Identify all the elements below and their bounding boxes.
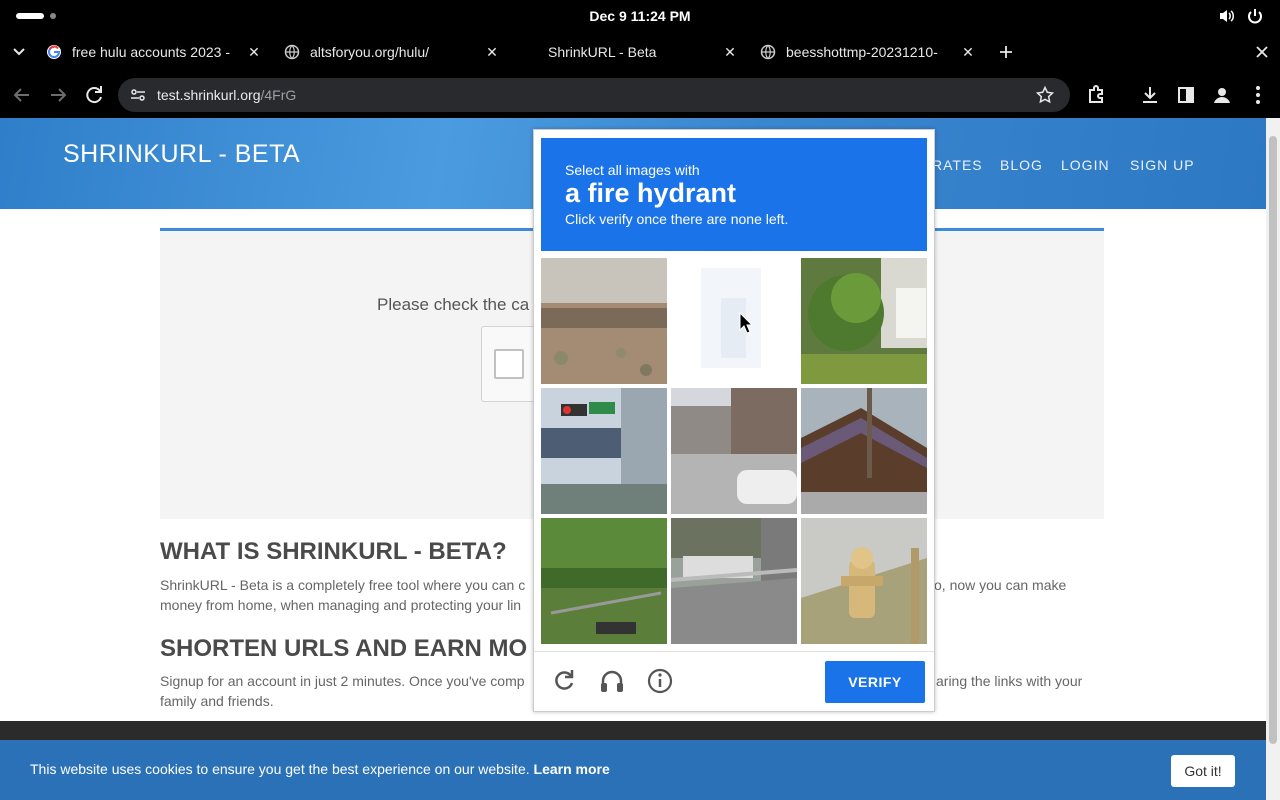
tab-title: free hulu accounts 2023 - [72, 44, 230, 60]
site-settings-icon[interactable] [130, 87, 146, 103]
menu-kebab-icon[interactable] [1246, 83, 1270, 107]
extensions-icon[interactable] [1085, 83, 1109, 107]
reload-challenge-icon[interactable] [550, 667, 578, 695]
tab-title: beesshottmp-20231210- [786, 44, 938, 60]
browser-toolbar: test.shrinkurl.org/4FrG [0, 72, 1280, 118]
os-top-bar: Dec 9 11:24 PM [0, 0, 1280, 32]
nav-blog[interactable]: BLOG [1000, 157, 1043, 173]
nav-rates[interactable]: RATES [932, 157, 983, 173]
close-window-icon[interactable] [1254, 44, 1270, 60]
cookie-banner: This website uses cookies to ensure you … [0, 740, 1266, 800]
shorten-heading: SHORTEN URLS AND EARN MO [160, 635, 528, 662]
tab-search-chevron-icon[interactable] [12, 46, 26, 58]
new-tab-icon[interactable] [998, 44, 1014, 60]
power-icon[interactable] [1246, 8, 1264, 24]
recaptcha-checkbox[interactable] [494, 349, 524, 379]
scroll-thumb[interactable] [1269, 136, 1277, 744]
tab-free-hulu[interactable]: free hulu accounts 2023 - ✕ [38, 36, 270, 68]
captcha-prompt: Select all images with [565, 162, 700, 178]
tile-traffic-light[interactable] [541, 388, 667, 514]
captcha-target: a fire hydrant [565, 178, 737, 208]
forward-icon[interactable] [46, 83, 70, 107]
nav-sign-up[interactable]: SIGN UP [1130, 157, 1195, 173]
tile-desert[interactable] [541, 258, 667, 384]
bookmark-star-icon[interactable] [1036, 86, 1054, 104]
card-instruction: Please check the ca [377, 295, 530, 314]
mouse-cursor-icon [739, 312, 753, 334]
tile-fading-blank[interactable] [671, 258, 797, 384]
learn-more-link[interactable]: Learn more [534, 761, 610, 777]
tab-close-icon[interactable]: ✕ [244, 42, 264, 62]
download-icon[interactable] [1138, 83, 1162, 107]
tile-bus-road[interactable] [671, 518, 797, 644]
site-logo[interactable]: SHRINKURL - BETA [63, 140, 300, 169]
volume-icon[interactable] [1218, 8, 1236, 24]
captcha-challenge: Select all images with a fire hydrant Cl… [533, 129, 935, 712]
tab-close-icon[interactable]: ✕ [720, 42, 740, 62]
tab-beesshot[interactable]: beesshottmp-20231210- ✕ [752, 36, 984, 68]
verify-button[interactable]: VERIFY [825, 661, 925, 703]
captcha-hint: Click verify once there are none left. [565, 211, 789, 227]
back-icon[interactable] [10, 83, 34, 107]
what-is-heading: WHAT IS SHRINKURL - BETA? [160, 538, 507, 565]
profile-icon[interactable] [1210, 83, 1234, 107]
url-text[interactable]: test.shrinkurl.org/4FrG [157, 87, 296, 103]
captcha-header: Select all images with a fire hydrant Cl… [541, 138, 927, 251]
reload-icon[interactable] [82, 83, 106, 107]
google-icon [47, 45, 61, 59]
page-scrollbar[interactable] [1266, 118, 1280, 800]
info-icon[interactable] [646, 667, 674, 695]
tile-fire-hydrant[interactable] [801, 518, 927, 644]
nav-login[interactable]: LOGIN [1061, 157, 1110, 173]
globe-icon [284, 44, 300, 60]
os-clock[interactable]: Dec 9 11:24 PM [0, 8, 1280, 24]
globe-icon [760, 44, 776, 60]
address-bar[interactable]: test.shrinkurl.org/4FrG [118, 78, 1070, 112]
tab-close-icon[interactable]: ✕ [482, 42, 502, 62]
tab-shrinkurl[interactable]: ShrinkURL - Beta ✕ [514, 36, 746, 68]
tab-strip: free hulu accounts 2023 - ✕ altsforyou.o… [0, 32, 1280, 72]
tab-title: ShrinkURL - Beta [548, 44, 657, 60]
tab-title: altsforyou.org/hulu/ [310, 44, 430, 60]
captcha-footer: VERIFY [534, 651, 934, 712]
tab-close-icon[interactable]: ✕ [958, 42, 978, 62]
tile-street-cars[interactable] [671, 388, 797, 514]
tile-tree-house[interactable] [801, 258, 927, 384]
side-panel-icon[interactable] [1174, 83, 1198, 107]
got-it-button[interactable]: Got it! [1171, 755, 1235, 787]
cookie-text: This website uses cookies to ensure you … [30, 761, 610, 777]
tile-grass-fence[interactable] [541, 518, 667, 644]
audio-challenge-icon[interactable] [598, 667, 626, 695]
tab-altsforyou[interactable]: altsforyou.org/hulu/ ✕ [276, 36, 508, 68]
tile-house-roof[interactable] [801, 388, 927, 514]
